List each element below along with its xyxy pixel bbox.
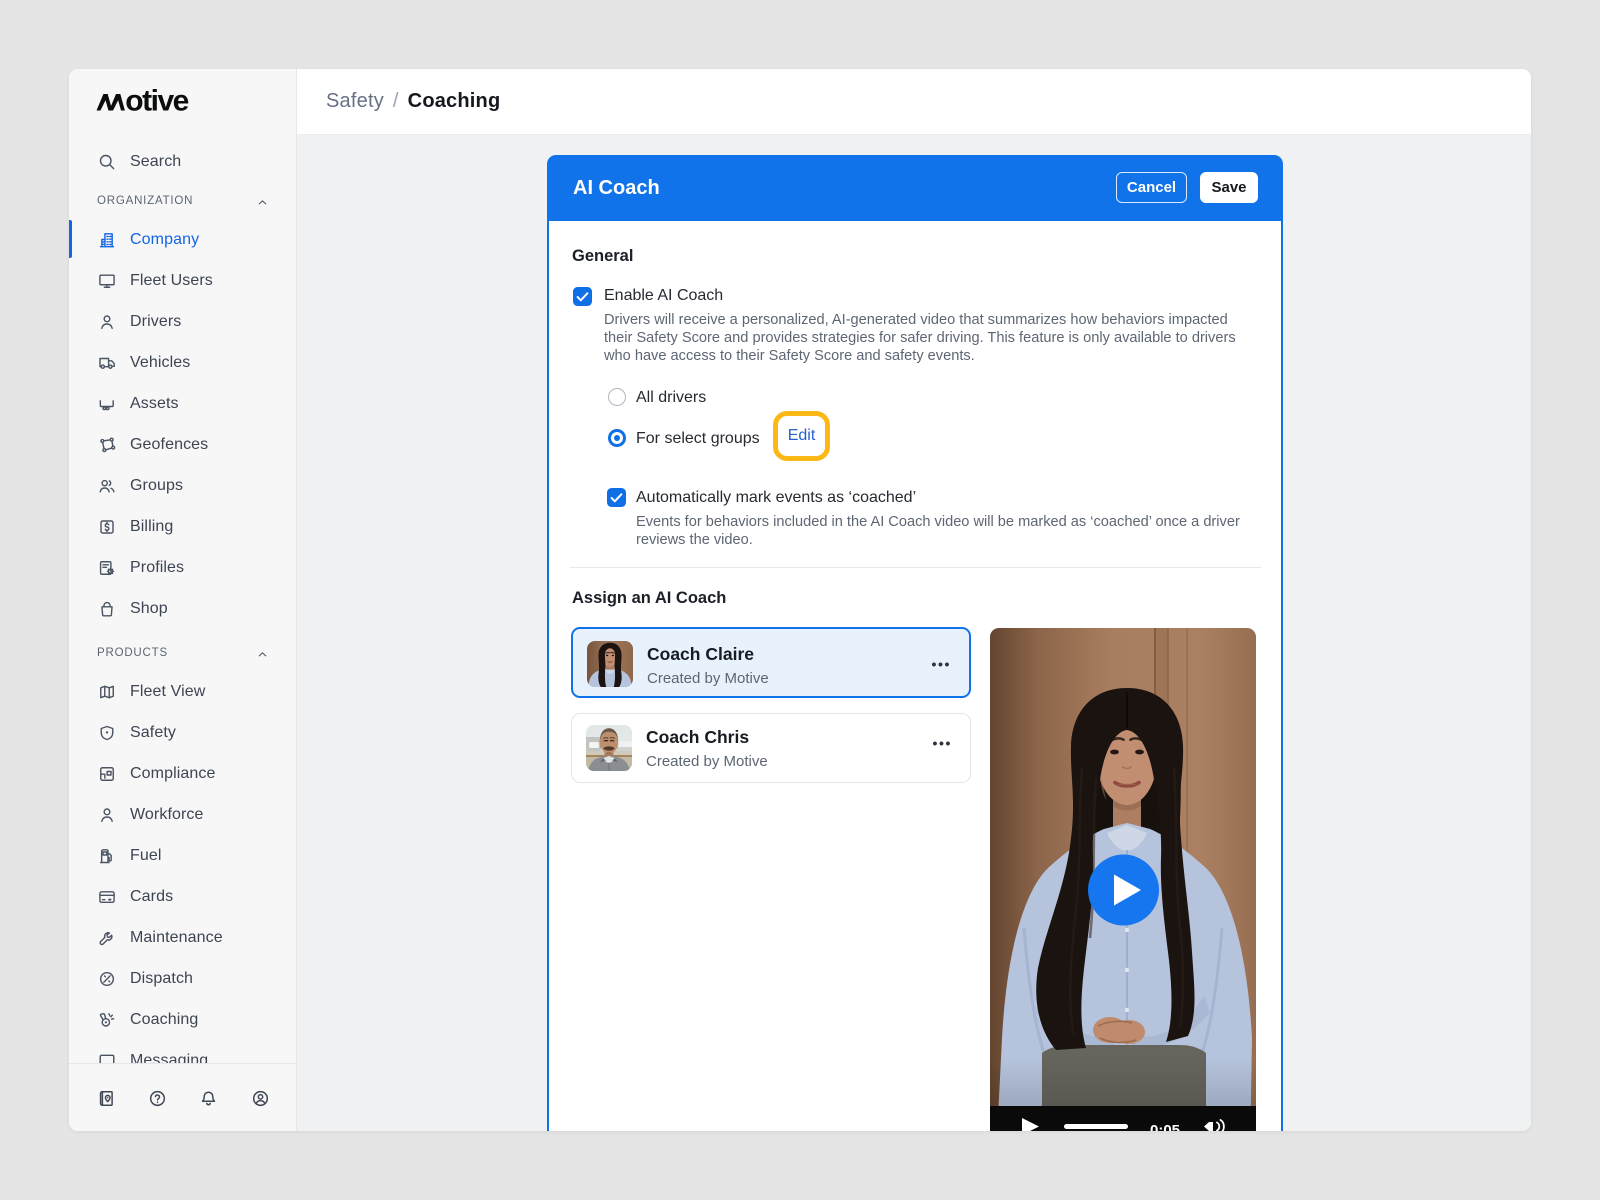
svg-text:0:05: 0:05 xyxy=(1150,1122,1180,1131)
svg-text:otive: otive xyxy=(125,86,188,116)
